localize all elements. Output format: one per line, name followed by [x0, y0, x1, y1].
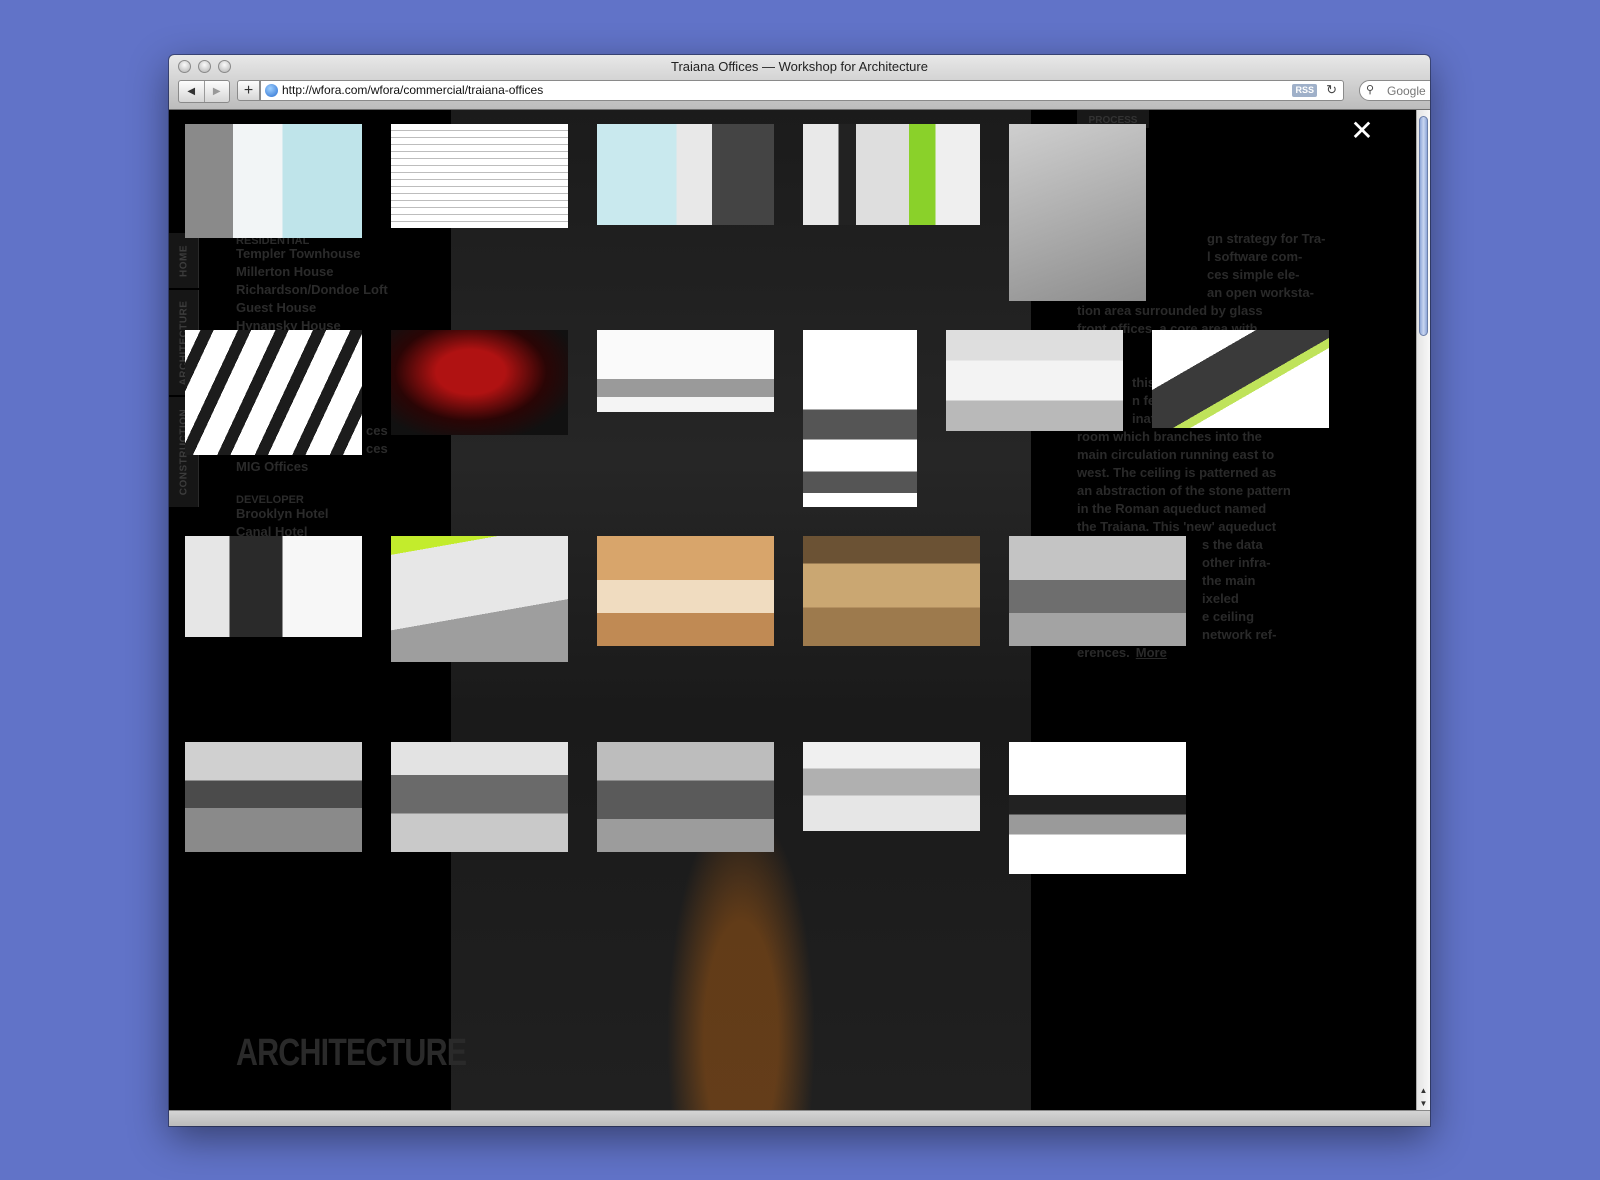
section-heading: ARCHITECTURE	[236, 1032, 467, 1074]
thumbnail-cafe-area-render[interactable]	[803, 536, 980, 646]
tab-home[interactable]: HOME	[169, 233, 199, 288]
thumbnail-construction-photo-1[interactable]	[185, 742, 362, 852]
thumbnail-stone-samples-exploded[interactable]	[185, 330, 362, 455]
title-bar: Traiana Offices — Workshop for Architect…	[169, 55, 1430, 110]
menu-item[interactable]: Millerton House	[236, 263, 334, 281]
nav-buttons: ◀ ▶	[178, 80, 230, 103]
menu-item-partial[interactable]: ces	[366, 440, 388, 458]
thumbnail-white-corridor-render[interactable]	[185, 124, 362, 238]
thumbnail-plan-and-sections[interactable]	[597, 330, 774, 412]
thumbnail-desk-furniture-render[interactable]	[1009, 742, 1186, 874]
menu-item[interactable]: Richardson/Dondoe Loft	[236, 281, 388, 299]
thumbnail-image	[1009, 536, 1186, 646]
thumbnail-image	[946, 330, 1123, 431]
thumbnail-image	[597, 742, 774, 852]
thumbnail-image	[597, 124, 774, 225]
description-line: tion area surrounded by glass	[1077, 303, 1263, 318]
thumbnail-glass-corridor-render[interactable]	[597, 124, 774, 225]
description-line: the Traiana. This 'new' aqueduct	[1077, 519, 1277, 534]
thumbnail-office-interior-render[interactable]	[185, 536, 362, 637]
thumbnail-exploded-axonometric[interactable]	[803, 330, 917, 507]
menu-item[interactable]: Brooklyn Hotel	[236, 505, 328, 523]
thumbnail-image	[1009, 742, 1186, 874]
thumbnail-image	[391, 124, 568, 228]
description-line: in the Roman aqueduct named	[1077, 501, 1267, 516]
search-field[interactable]: ⚲ Google	[1359, 80, 1430, 101]
search-icon: ⚲	[1366, 84, 1375, 96]
menu-item-partial[interactable]: ces	[366, 422, 388, 440]
rss-button[interactable]: RSS	[1292, 84, 1317, 97]
thumbnail-image	[803, 742, 980, 831]
thumbnail-image	[803, 536, 980, 646]
thumbnail-image	[597, 536, 774, 646]
scroll-down-arrow-icon[interactable]: ▼	[1417, 1097, 1430, 1110]
menu-item[interactable]: MIG Offices	[236, 458, 308, 476]
menu-item[interactable]: Guest House	[236, 299, 316, 317]
description-line: west. The ceiling is patterned as	[1077, 465, 1277, 480]
vertical-scrollbar[interactable]: ▲ ▼	[1416, 110, 1430, 1110]
description-line: main circulation running east to	[1077, 447, 1275, 462]
reload-icon[interactable]: ↻	[1326, 82, 1337, 98]
thumbnail-image	[391, 536, 568, 662]
thumbnail-image	[1009, 124, 1146, 301]
more-link[interactable]: More	[1136, 645, 1167, 660]
thumbnail-workstation-photo-1[interactable]	[1009, 536, 1186, 646]
thumbnail-image	[185, 124, 362, 238]
forward-button[interactable]: ▶	[203, 81, 230, 102]
thumbnail-image	[391, 742, 568, 852]
thumbnail-image	[185, 330, 362, 455]
thumbnail-construction-photo-2[interactable]	[391, 742, 568, 852]
scroll-up-arrow-icon[interactable]: ▲	[1417, 1084, 1430, 1097]
window-title: Traiana Offices — Workshop for Architect…	[671, 59, 928, 74]
thumbnail-construction-photo-4[interactable]	[803, 742, 980, 831]
close-icon[interactable]: ✕	[1349, 117, 1375, 145]
menu-item[interactable]: Templer Townhouse	[236, 245, 360, 263]
thumbnail-image	[391, 330, 568, 435]
thumbnail-lounge-render-green[interactable]	[803, 124, 980, 225]
globe-icon	[265, 84, 278, 97]
thumbnail-image	[803, 330, 917, 507]
description-line: an abstraction of the stone pattern	[1077, 483, 1291, 498]
thumbnail-image	[803, 124, 980, 225]
thumbnail-green-ceiling-workstations[interactable]	[391, 536, 568, 662]
thumbnail-red-ceiling-plan[interactable]	[391, 330, 568, 435]
back-button[interactable]: ◀	[179, 81, 204, 102]
page-content: HOME ARCHITECTURE CONSTRUCTION RESIDENTI…	[169, 110, 1416, 1110]
thumbnail-image	[185, 742, 362, 852]
thumbnail-stone-material-sample[interactable]	[1009, 124, 1146, 301]
search-placeholder: Google	[1387, 84, 1426, 98]
thumbnail-image	[185, 536, 362, 637]
add-bookmark-button[interactable]: +	[237, 80, 260, 101]
thumbnail-floor-plan-drawing[interactable]	[391, 124, 568, 228]
browser-window: Traiana Offices — Workshop for Architect…	[169, 55, 1430, 1126]
thumbnail-construction-photo-3[interactable]	[597, 742, 774, 852]
thumbnail-isometric-plan-model[interactable]	[1152, 330, 1329, 428]
description-line: erences.	[1077, 645, 1130, 660]
thumbnail-open-office-render[interactable]	[946, 330, 1123, 431]
address-bar[interactable]: http://wfora.com/wfora/commercial/traian…	[260, 80, 1344, 101]
url-text[interactable]: http://wfora.com/wfora/commercial/traian…	[282, 83, 543, 97]
tab-home-label: HOME	[178, 244, 189, 277]
thumbnail-image	[1152, 330, 1329, 428]
scroll-thumb[interactable]	[1419, 116, 1428, 336]
status-bar	[169, 1110, 1430, 1126]
thumbnail-reception-desk-render[interactable]	[597, 536, 774, 646]
thumbnail-image	[597, 330, 774, 412]
